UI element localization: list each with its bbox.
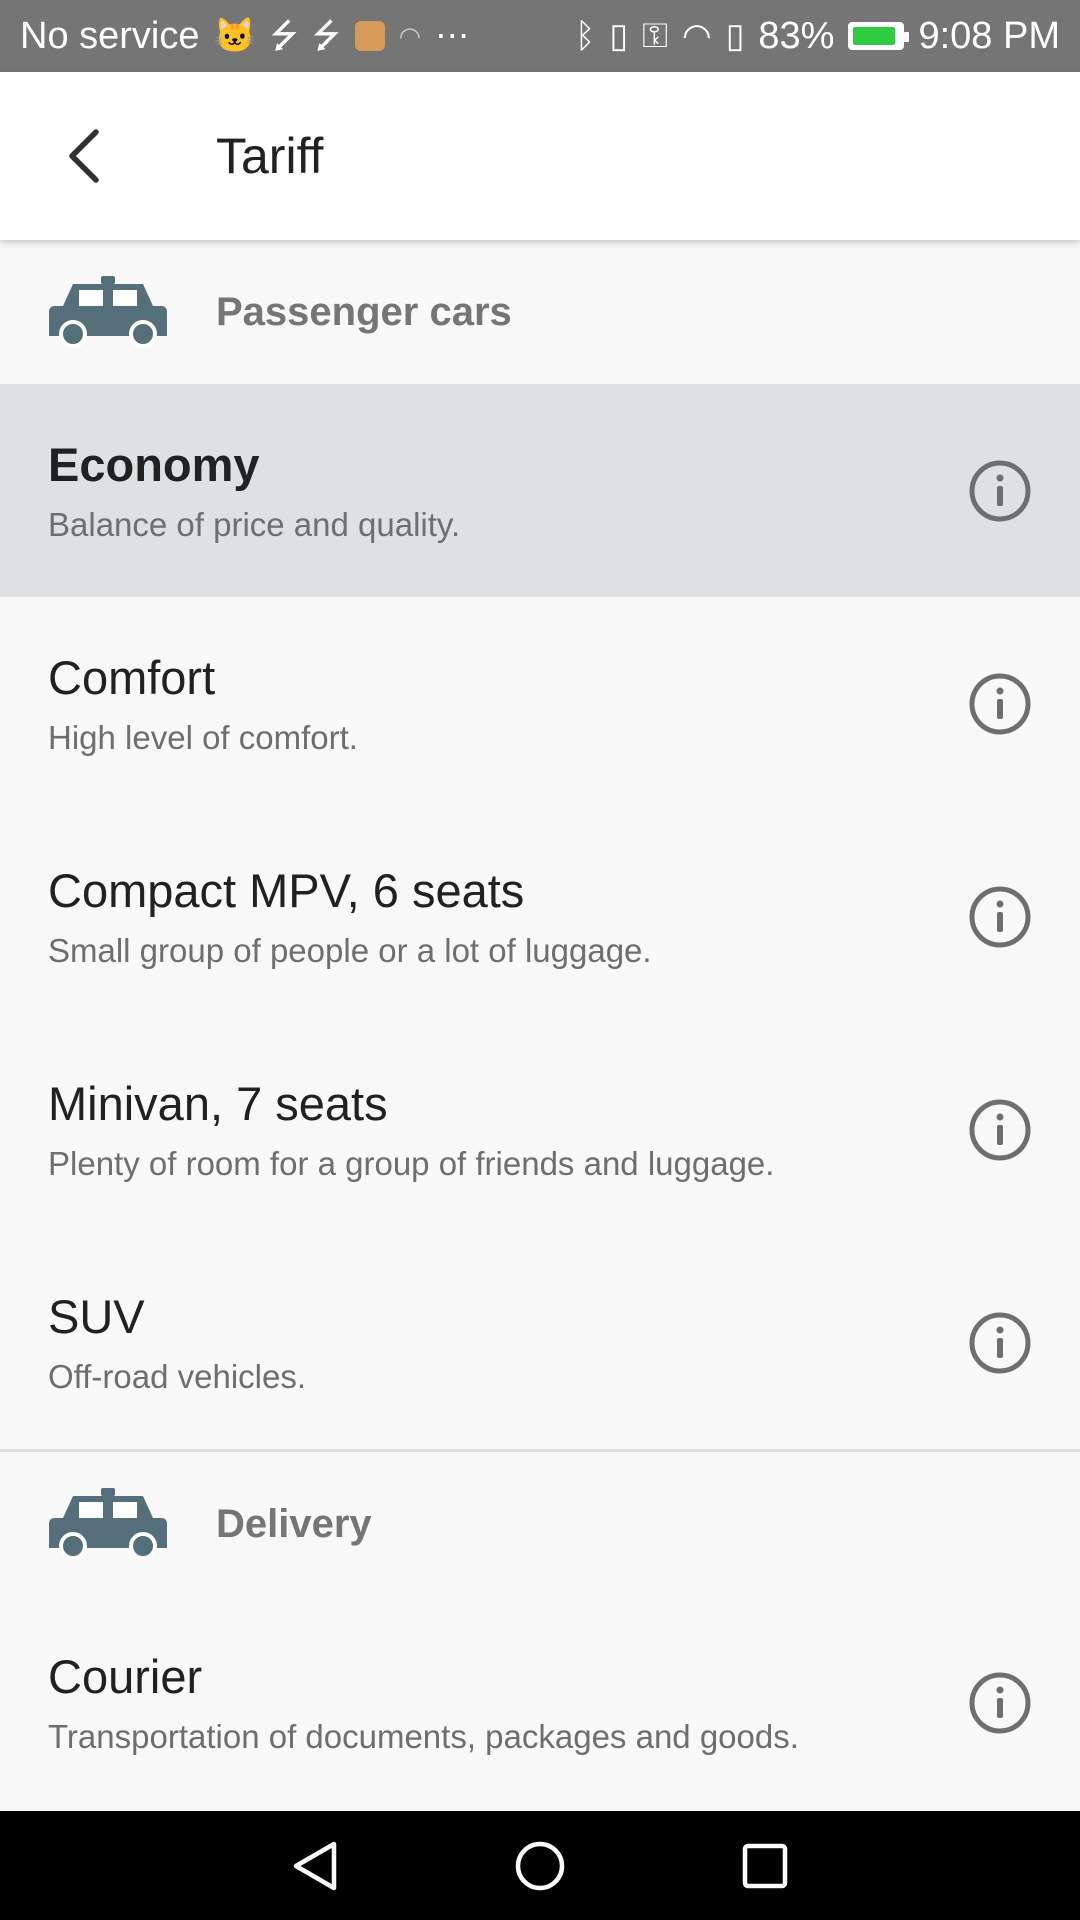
status-bar-left: No service 🐱 ⭍ ⭍ ◠ ⋯ xyxy=(20,15,469,58)
nav-back-button[interactable] xyxy=(285,1836,345,1896)
car-icon xyxy=(49,1488,167,1560)
more-icon: ⋯ xyxy=(435,17,470,55)
wifi-question-icon: ◠ xyxy=(398,21,422,51)
tariff-item-courier[interactable]: Courier Transportation of documents, pac… xyxy=(0,1596,1080,1809)
info-icon[interactable] xyxy=(968,1098,1032,1162)
app-icon xyxy=(354,21,385,51)
section-header-delivery: Delivery xyxy=(0,1452,1080,1596)
app-bar: Tariff xyxy=(0,72,1080,240)
info-icon[interactable] xyxy=(968,885,1032,949)
tariff-title: Minivan, 7 seats xyxy=(48,1077,388,1130)
home-circle-icon xyxy=(515,1841,565,1890)
chevron-left-icon xyxy=(69,129,99,183)
tariff-item-comfort[interactable]: Comfort High level of comfort. xyxy=(0,597,1080,810)
tariff-title: SUV xyxy=(48,1290,145,1343)
tariff-item-compact-mpv[interactable]: Compact MPV, 6 seats Small group of peop… xyxy=(0,810,1080,1023)
bluetooth-icon: ᛒ xyxy=(575,17,596,55)
section-title: Passenger cars xyxy=(216,289,512,334)
section-title: Delivery xyxy=(216,1501,372,1546)
tariff-description: High level of comfort. xyxy=(48,719,358,756)
battery-icon xyxy=(848,22,910,50)
status-bar-right: ᛒ ▯ ⚿ ◠ ▯ 83% 9:08 PM xyxy=(575,15,1060,58)
tariff-description: Off-road vehicles. xyxy=(48,1358,307,1395)
page-title: Tariff xyxy=(216,128,324,184)
info-icon[interactable] xyxy=(968,459,1032,523)
nav-recents-button[interactable] xyxy=(735,1836,795,1896)
nav-home-button[interactable] xyxy=(510,1836,570,1896)
key-icon: ⚿ xyxy=(642,17,669,55)
tariff-item-economy[interactable]: Economy Balance of price and quality. xyxy=(0,384,1080,597)
back-button[interactable] xyxy=(0,72,168,240)
clock: 9:08 PM xyxy=(918,14,1060,57)
wifi-icon: ◠ xyxy=(682,17,712,55)
car-icon xyxy=(49,276,167,348)
tariff-title: Comfort xyxy=(48,651,216,704)
usb-icon: ⭍ xyxy=(269,17,299,55)
tariff-title: Compact MPV, 6 seats xyxy=(48,864,525,917)
tariff-description: Balance of price and quality. xyxy=(48,506,461,543)
tariff-description: Transportation of documents, packages an… xyxy=(48,1718,799,1755)
battery-percent: 83% xyxy=(758,14,835,57)
back-triangle-icon xyxy=(293,1841,337,1890)
tariff-title: Courier xyxy=(48,1650,203,1703)
tariff-title: Economy xyxy=(48,438,260,491)
section-header-passenger-cars: Passenger cars xyxy=(0,240,1080,384)
recents-square-icon xyxy=(742,1843,788,1888)
battery-alert-icon: ▯ xyxy=(725,17,745,55)
info-icon[interactable] xyxy=(968,1671,1032,1735)
tariff-description: Plenty of room for a group of friends an… xyxy=(48,1145,775,1182)
system-navigation-bar xyxy=(0,1811,1080,1920)
carrier-text: No service xyxy=(20,14,200,57)
cat-icon: 🐱 xyxy=(213,17,256,55)
tariff-description: Small group of people or a lot of luggag… xyxy=(48,932,652,969)
info-icon[interactable] xyxy=(968,672,1032,736)
usb-icon: ⭍ xyxy=(312,17,341,55)
info-icon[interactable] xyxy=(968,1311,1032,1375)
tariff-list[interactable]: Passenger cars Economy Balance of price … xyxy=(0,240,1080,1811)
tariff-item-suv[interactable]: SUV Off-road vehicles. xyxy=(0,1236,1080,1449)
vibrate-icon: ▯ xyxy=(609,17,629,55)
status-bar: No service 🐱 ⭍ ⭍ ◠ ⋯ ᛒ ▯ ⚿ ◠ ▯ 83% 9:08 … xyxy=(0,0,1080,72)
tariff-item-minivan[interactable]: Minivan, 7 seats Plenty of room for a gr… xyxy=(0,1023,1080,1236)
